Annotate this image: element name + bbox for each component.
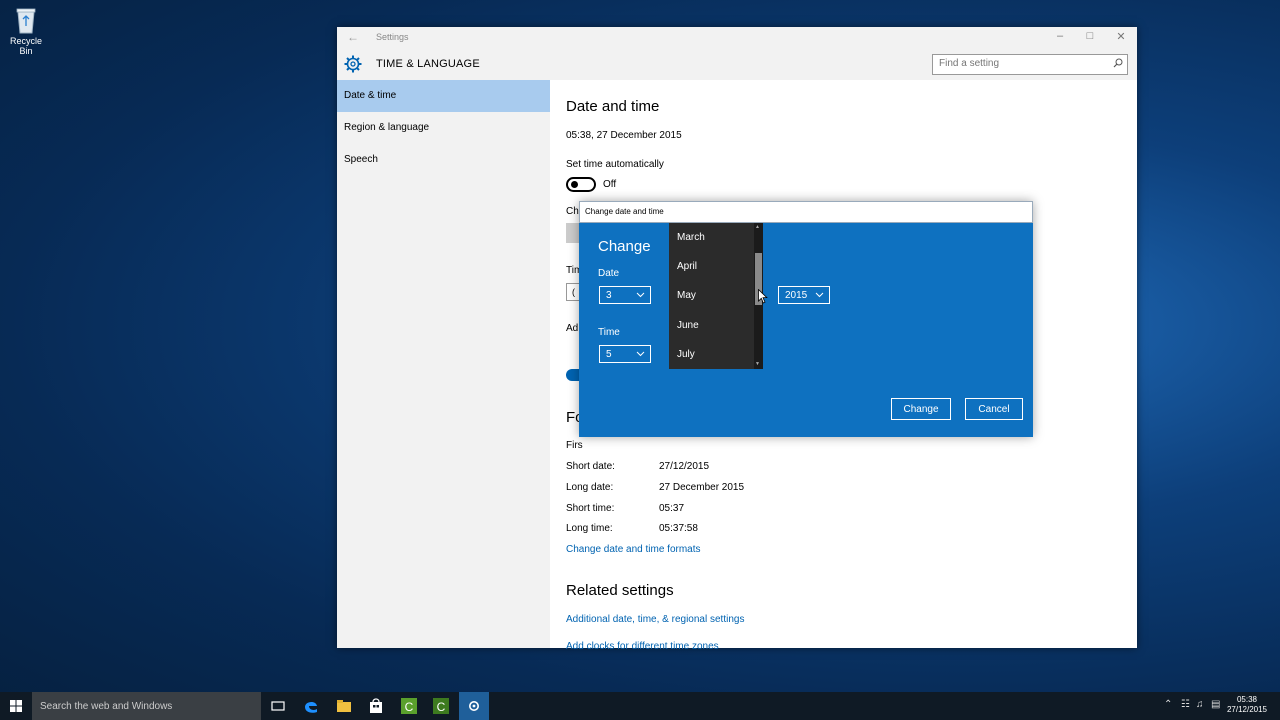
search-input[interactable] bbox=[933, 55, 1109, 72]
first-day-label: Firs bbox=[566, 440, 583, 451]
taskbar-clock[interactable]: 05:38 27/12/2015 bbox=[1224, 695, 1270, 715]
maximize-button[interactable]: □ bbox=[1075, 30, 1105, 42]
long-date-label: Long date: bbox=[566, 482, 614, 493]
taskbar: Search the web and Windows C C ⌃ ☷ ♫ ▤ 0… bbox=[0, 692, 1280, 720]
settings-taskbar-button[interactable] bbox=[459, 692, 489, 720]
task-view-icon[interactable] bbox=[268, 696, 288, 716]
find-setting-search[interactable] bbox=[932, 54, 1128, 75]
toggle-state-label: Off bbox=[603, 179, 617, 190]
set-time-auto-toggle[interactable] bbox=[566, 177, 596, 192]
title-bar: ← Settings – □ ✕ bbox=[337, 27, 1137, 49]
set-time-auto-label: Set time automatically bbox=[566, 159, 664, 170]
dialog-heading: Change da bbox=[598, 238, 653, 255]
svg-text:C: C bbox=[437, 700, 446, 714]
network-icon[interactable]: ☷ bbox=[1181, 699, 1190, 710]
dialog-title-bar: Change date and time bbox=[579, 201, 1033, 223]
sidebar-item-label: Speech bbox=[344, 154, 378, 165]
long-time-label: Long time: bbox=[566, 523, 613, 534]
year-value: 2015 bbox=[785, 290, 808, 301]
add-clocks-link[interactable]: Add clocks for different time zones bbox=[566, 641, 719, 652]
sidebar-item-speech[interactable]: Speech bbox=[337, 144, 550, 176]
clock-time: 05:38 bbox=[1236, 695, 1258, 704]
settings-gear-icon bbox=[469, 701, 479, 711]
page-title: Date and time bbox=[566, 98, 660, 115]
window-title: Settings bbox=[376, 32, 409, 42]
back-arrow-icon[interactable]: ← bbox=[347, 30, 359, 44]
app-title: TIME & LANGUAGE bbox=[376, 58, 480, 70]
chevron-down-icon bbox=[815, 292, 824, 298]
volume-icon[interactable]: ♫ bbox=[1196, 699, 1204, 710]
adjust-dst-label: Ad bbox=[566, 323, 579, 334]
month-option[interactable]: May bbox=[677, 290, 696, 301]
close-button[interactable]: ✕ bbox=[1106, 30, 1136, 43]
svg-text:C: C bbox=[405, 700, 414, 714]
sidebar-item-date-time[interactable]: Date & time bbox=[337, 80, 550, 112]
recycle-bin-icon bbox=[16, 8, 36, 34]
change-formats-link[interactable]: Change date and time formats bbox=[566, 544, 701, 555]
hour-value: 5 bbox=[606, 349, 612, 360]
month-option[interactable]: June bbox=[677, 320, 699, 331]
current-datetime: 05:38, 27 December 2015 bbox=[566, 130, 682, 141]
show-hidden-icons-chevron-icon[interactable]: ⌃ bbox=[1164, 699, 1172, 710]
toggle-knob bbox=[571, 181, 578, 188]
sidebar-item-label: Date & time bbox=[344, 90, 397, 101]
taskbar-search-placeholder: Search the web and Windows bbox=[40, 701, 173, 712]
long-date-value: 27 December 2015 bbox=[659, 482, 745, 493]
sidebar-item-label: Region & language bbox=[344, 122, 430, 133]
time-zone-select-partial[interactable]: ( bbox=[566, 283, 580, 301]
recycle-bin-label: Recycle Bin bbox=[9, 36, 42, 56]
day-select[interactable]: 3 bbox=[599, 286, 651, 304]
chevron-down-icon bbox=[636, 292, 645, 298]
related-settings-heading: Related settings bbox=[566, 582, 674, 599]
gear-icon bbox=[344, 55, 362, 73]
windows-logo-icon bbox=[10, 700, 22, 712]
long-time-value: 05:37:58 bbox=[659, 523, 698, 534]
chevron-down-icon bbox=[636, 351, 645, 357]
change-date-time-dialog: Change date and time Change da Date 3 20… bbox=[579, 201, 1033, 437]
short-date-label: Short date: bbox=[566, 461, 615, 472]
taskbar-search-box[interactable]: Search the web and Windows bbox=[32, 692, 261, 720]
change-date-label: Ch bbox=[566, 206, 579, 217]
scroll-up-icon[interactable]: ▲ bbox=[755, 224, 760, 230]
month-option[interactable]: April bbox=[677, 261, 697, 272]
month-dropdown-list[interactable]: March April May June July ▲ ▼ bbox=[669, 223, 763, 369]
year-select[interactable]: 2015 bbox=[778, 286, 830, 304]
sidebar-item-region-language[interactable]: Region & language bbox=[337, 112, 550, 144]
recycle-bin[interactable]: Recycle Bin bbox=[4, 6, 48, 56]
sidebar: Date & time Region & language Speech bbox=[337, 80, 550, 648]
month-option[interactable]: March bbox=[677, 232, 705, 243]
app-header: TIME & LANGUAGE bbox=[337, 49, 1137, 80]
dialog-title: Change date and time bbox=[585, 207, 664, 216]
edge-browser-icon[interactable] bbox=[301, 696, 321, 716]
file-explorer-icon[interactable] bbox=[334, 696, 354, 716]
change-date-button-partial[interactable] bbox=[566, 223, 580, 243]
hour-select[interactable]: 5 bbox=[599, 345, 651, 363]
additional-settings-link[interactable]: Additional date, time, & regional settin… bbox=[566, 614, 744, 625]
short-date-value: 27/12/2015 bbox=[659, 461, 710, 472]
time-label: Time bbox=[598, 327, 620, 338]
mouse-cursor-icon bbox=[758, 289, 768, 304]
notifications-icon[interactable]: ▤ bbox=[1211, 699, 1220, 710]
adjust-dst-toggle-partial[interactable] bbox=[566, 369, 580, 381]
day-value: 3 bbox=[606, 290, 612, 301]
search-icon[interactable] bbox=[1113, 58, 1123, 68]
cancel-button[interactable]: Cancel bbox=[965, 398, 1023, 420]
date-label: Date bbox=[598, 268, 620, 279]
short-time-label: Short time: bbox=[566, 503, 615, 514]
scroll-down-icon[interactable]: ▼ bbox=[755, 361, 760, 367]
short-time-value: 05:37 bbox=[659, 503, 685, 514]
store-icon[interactable] bbox=[366, 696, 386, 716]
start-button[interactable] bbox=[0, 692, 32, 720]
time-zone-value: ( bbox=[572, 287, 575, 297]
clock-date: 27/12/2015 bbox=[1226, 705, 1268, 714]
camtasia-recorder-icon[interactable]: C bbox=[431, 696, 451, 716]
camtasia-app-icon[interactable]: C bbox=[399, 696, 419, 716]
month-option[interactable]: July bbox=[677, 349, 695, 360]
change-button[interactable]: Change bbox=[891, 398, 951, 420]
minimize-button[interactable]: – bbox=[1045, 30, 1075, 42]
